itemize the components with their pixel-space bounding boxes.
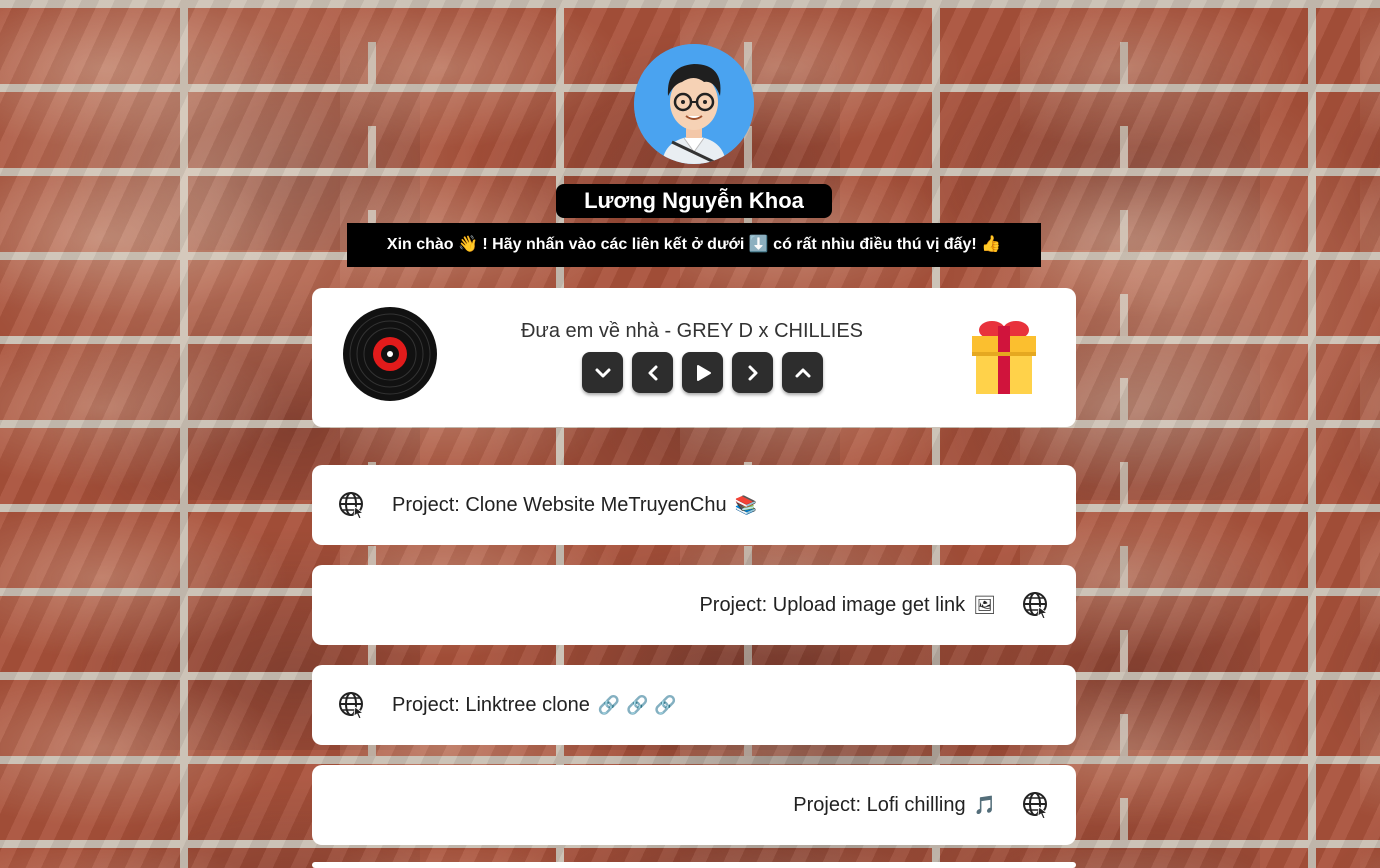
gift-icon[interactable] xyxy=(968,318,1040,398)
link-label: Project: Lofi chilling 🎵 xyxy=(793,793,996,816)
link-label: Project: Clone Website MeTruyenChu 📚 xyxy=(392,493,758,516)
profile-name: Lương Nguyễn Khoa xyxy=(556,184,832,218)
next-button[interactable] xyxy=(732,352,773,393)
link-label: Project: Upload image get link 🖼 xyxy=(699,593,996,616)
vinyl-disc-icon xyxy=(343,307,437,401)
play-button[interactable] xyxy=(682,352,723,393)
globe-icon xyxy=(1023,592,1049,619)
link-label: Project: Linktree clone 🔗 🔗 🔗 xyxy=(392,693,677,716)
link-chain-icon: 🔗 🔗 🔗 xyxy=(597,694,677,716)
player-controls xyxy=(582,352,823,393)
framed-picture-icon: 🖼 xyxy=(973,594,996,616)
chevron-left-icon xyxy=(648,365,657,380)
music-player: Đưa em về nhà - GREY D x CHILLIES xyxy=(312,288,1076,427)
books-icon: 📚 xyxy=(734,494,758,516)
avatar xyxy=(634,44,754,164)
expand-button[interactable] xyxy=(782,352,823,393)
globe-icon xyxy=(339,492,365,519)
greeting-banner: Xin chào 👋 ! Hãy nhấn vào các liên kết ở… xyxy=(347,223,1041,267)
globe-icon xyxy=(339,692,365,719)
song-title: Đưa em về nhà - GREY D x CHILLIES xyxy=(520,320,864,342)
chevron-up-icon xyxy=(795,368,810,377)
link-upload-image[interactable]: Project: Upload image get link 🖼 xyxy=(312,565,1076,645)
previous-button[interactable] xyxy=(632,352,673,393)
globe-icon xyxy=(1023,792,1049,819)
link-partial[interactable] xyxy=(312,862,1076,868)
link-metruyenchu[interactable]: Project: Clone Website MeTruyenChu 📚 xyxy=(312,465,1076,545)
play-icon xyxy=(696,364,711,381)
music-note-icon: 🎵 xyxy=(973,794,996,816)
link-linktree-clone[interactable]: Project: Linktree clone 🔗 🔗 🔗 xyxy=(312,665,1076,745)
link-lofi-chilling[interactable]: Project: Lofi chilling 🎵 xyxy=(312,765,1076,845)
collapse-button[interactable] xyxy=(582,352,623,393)
chevron-down-icon xyxy=(595,368,610,377)
chevron-right-icon xyxy=(748,365,757,380)
page: Lương Nguyễn Khoa Xin chào 👋 ! Hãy nhấn … xyxy=(0,0,1380,868)
